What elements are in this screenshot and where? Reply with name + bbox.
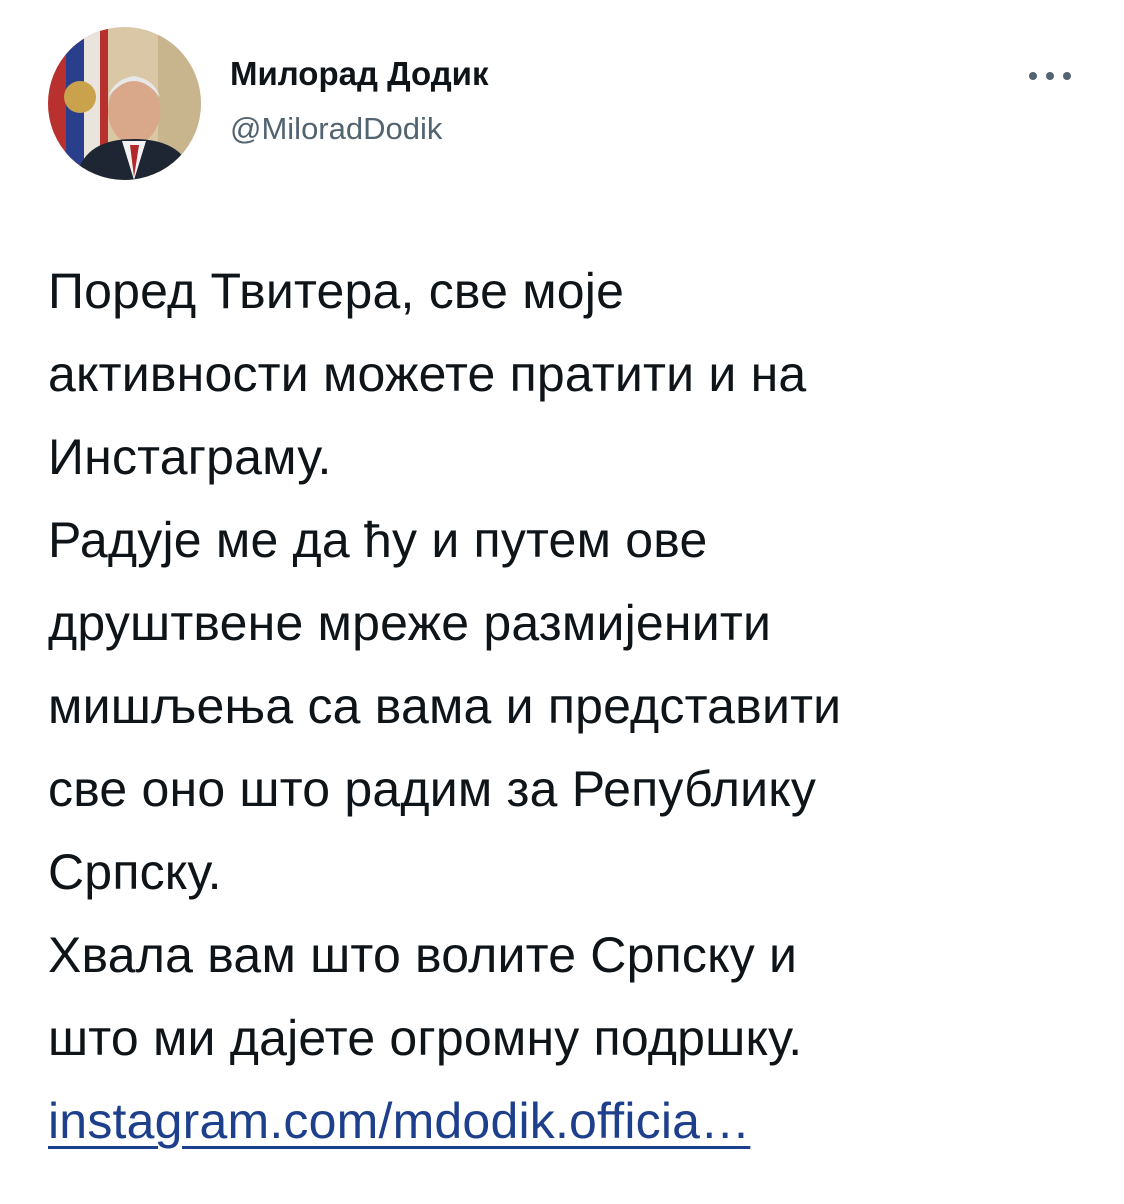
author-handle[interactable]: @MiloradDodik xyxy=(230,109,442,149)
avatar-photo-icon xyxy=(48,27,201,180)
tweet-text-line: Инстаграму. xyxy=(48,429,332,485)
tweet-text-line: Хвала вам што волите Српску и xyxy=(48,927,798,983)
tweet-text-line: све оно што радим за Републику xyxy=(48,761,817,817)
tweet-text-line: Радује ме да ћу и путем ове xyxy=(48,512,708,568)
tweet-text-line: што ми дајете огромну подршку. xyxy=(48,1010,803,1066)
author-display-name[interactable]: Милорад Додик xyxy=(230,54,488,94)
author-avatar[interactable] xyxy=(48,27,201,180)
tweet-text-line: друштвене мреже размијенити xyxy=(48,595,772,651)
tweet-text-line: мишљења са вама и представити xyxy=(48,678,842,734)
tweet: Милорад Додик @MiloradDodik Поред Твитер… xyxy=(0,0,1124,1204)
instagram-link[interactable]: instagram.com/mdodik.officia… xyxy=(48,1093,750,1149)
tweet-text-line: Српску. xyxy=(48,844,222,900)
tweet-text-line: активности можете пратити и на xyxy=(48,346,807,402)
tweet-text: Поред Твитера, све моје активности может… xyxy=(48,250,1088,1163)
tweet-text-line: Поред Твитера, све моје xyxy=(48,263,625,319)
more-options-icon[interactable] xyxy=(1020,56,1080,96)
